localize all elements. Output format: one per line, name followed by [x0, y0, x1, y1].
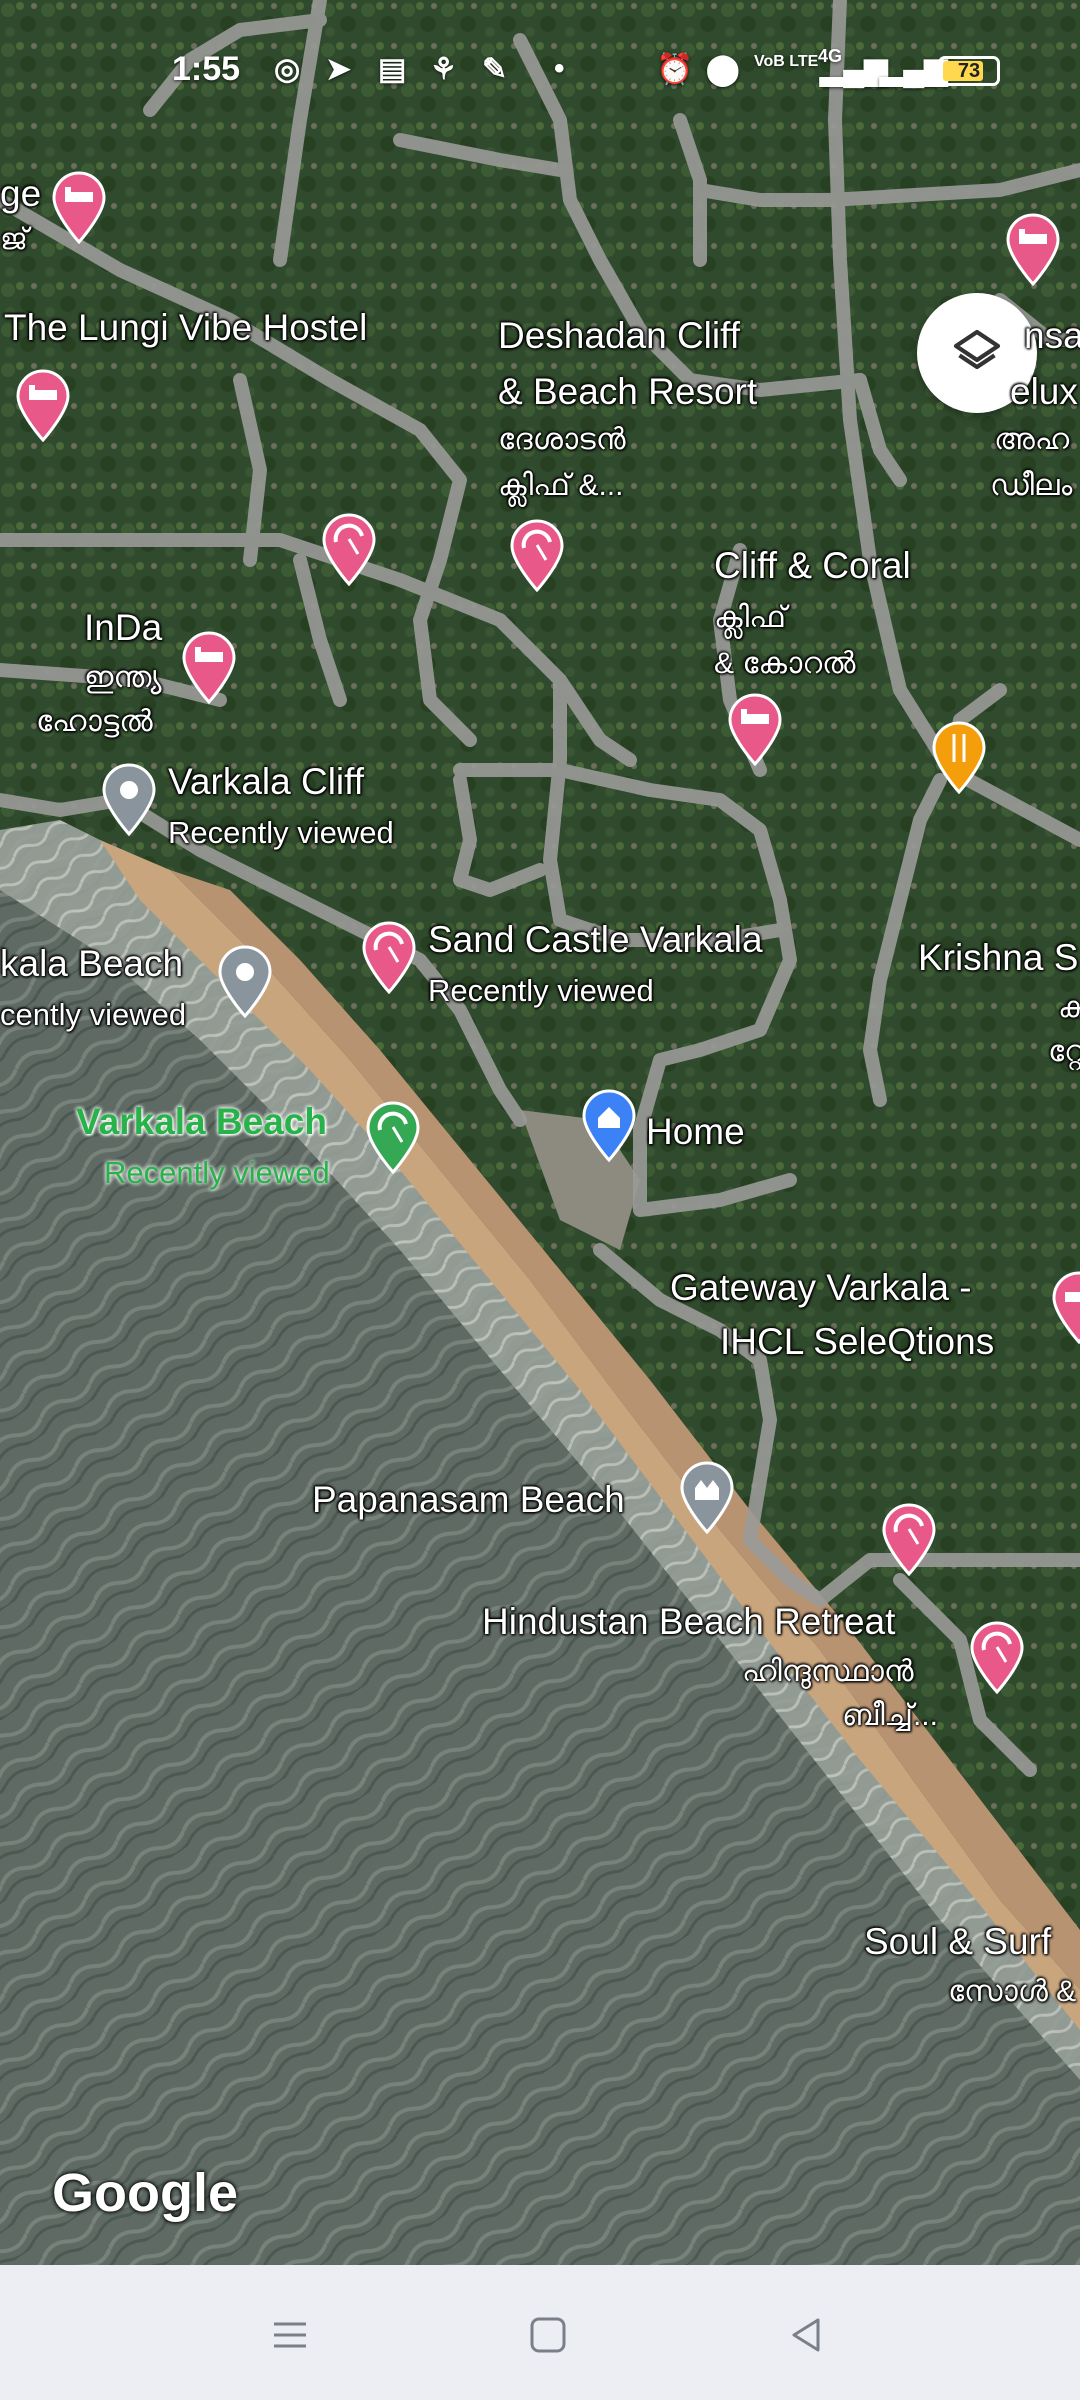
battery-icon: 73	[938, 56, 1000, 86]
varkala-beach-pin-icon[interactable]	[364, 1100, 422, 1175]
beach-resort-pin-icon[interactable]	[508, 518, 566, 593]
recents-button[interactable]	[250, 2295, 330, 2375]
signal-icon: ▂▄▆	[820, 53, 888, 86]
place-label-ml: ജ്	[0, 223, 28, 256]
place-label-soul-surf[interactable]: Soul & Surf	[864, 1920, 1051, 1964]
place-label-soul-surf-ml: സോൾ &	[948, 1975, 1077, 2008]
place-label-cliff-coral-ml: ക്ലിഫ്	[714, 601, 787, 634]
back-button[interactable]	[766, 2295, 846, 2375]
telegram-icon: ➤	[326, 53, 352, 86]
restaurant-pin-icon[interactable]	[930, 720, 988, 795]
beach-resort-pin-icon[interactable]	[968, 1620, 1026, 1695]
place-label-partial-2[interactable]: elux	[1010, 370, 1078, 414]
place-label-deshadan-ml-2: ക്ലിഫ് &...	[498, 469, 624, 502]
beach-resort-pin-icon[interactable]	[320, 512, 378, 587]
location-icon: ⬤	[706, 53, 740, 86]
hotel-pin-icon[interactable]	[1004, 212, 1062, 287]
alarm-icon: ⏰	[656, 53, 694, 86]
place-label-gateway[interactable]: Gateway Varkala -	[670, 1266, 972, 1310]
place-label-krishna-ml-2: റ്റേ	[1048, 1035, 1080, 1068]
hotel-pin-icon[interactable]	[1050, 1270, 1080, 1345]
place-label-home[interactable]: Home	[646, 1110, 745, 1154]
back-icon	[792, 2318, 820, 2352]
place-label-krishna[interactable]: Krishna S	[918, 936, 1078, 980]
place-label-varkala-cliff-sub: Recently viewed	[168, 815, 394, 850]
hotel-pin-icon[interactable]	[14, 368, 72, 443]
place-label-varkala-cliff[interactable]: Varkala Cliff	[168, 760, 364, 804]
home-button[interactable]	[508, 2295, 588, 2375]
varkala-cliff-pin-icon[interactable]	[100, 762, 158, 837]
place-label-gateway-2[interactable]: IHCL SeleQtions	[720, 1320, 994, 1364]
system-nav-bar	[0, 2265, 1080, 2400]
place-label-deshadan-ml: ദേശാടൻ	[498, 423, 626, 456]
place-label-deshadan[interactable]: Deshadan Cliff	[498, 314, 740, 358]
more-notifications-dot-icon: •	[554, 52, 565, 85]
hotel-pin-icon[interactable]	[726, 692, 784, 767]
place-label-kala-beach-sub: cently viewed	[0, 997, 187, 1032]
recents-icon	[274, 2322, 306, 2348]
volte-indicator: VoB LTE	[754, 53, 819, 70]
home-icon	[530, 2317, 566, 2353]
place-label-partial-ml: അഹ	[994, 423, 1070, 456]
app-notification-icon: ⚘	[430, 53, 457, 86]
app-notification-icon-2: ✎	[482, 53, 508, 86]
place-label-sand-castle-sub: Recently viewed	[428, 973, 654, 1008]
place-label-inda[interactable]: InDa	[84, 606, 162, 650]
layers-icon	[953, 329, 1001, 370]
sand-castle-pin-icon[interactable]	[360, 920, 418, 995]
hotel-pin-icon[interactable]	[180, 630, 238, 705]
google-logo: Google	[52, 2163, 238, 2223]
status-bar: 1:55 ◎ ➤ ▤ ⚘ ✎ • ⏰ ⬤ VoB LTE 4G ▂▄▆ ▂▄▆ …	[0, 40, 1080, 100]
place-label-varkala-beach-sub: Recently viewed	[104, 1155, 330, 1190]
whatsapp-icon: ◎	[274, 53, 301, 86]
place-label-deshadan-2[interactable]: & Beach Resort	[498, 370, 757, 414]
news-icon: ▤	[378, 53, 407, 86]
place-label-cliff-coral-ml-2: & കോറൽ	[714, 647, 856, 680]
map-view[interactable]: 1:55 ◎ ➤ ▤ ⚘ ✎ • ⏰ ⬤ VoB LTE 4G ▂▄▆ ▂▄▆ …	[0, 0, 1080, 2265]
place-label-papanasam[interactable]: Papanasam Beach	[312, 1478, 625, 1522]
place-label-cliff-coral[interactable]: Cliff & Coral	[714, 544, 911, 588]
place-label[interactable]: ge	[0, 172, 41, 216]
varkala-beach-viewed-pin-icon[interactable]	[216, 944, 274, 1019]
place-label-hindustan-ml-2: ബീച്ച്...	[842, 1699, 938, 1732]
battery-level: 73	[957, 60, 981, 82]
papanasam-temple-pin-icon[interactable]	[678, 1460, 736, 1535]
status-time: 1:55	[172, 50, 241, 88]
place-label-kala-beach[interactable]: kala Beach	[0, 942, 183, 986]
place-label-varkala-beach[interactable]: Varkala Beach	[76, 1100, 327, 1144]
place-label-partial-ml-2: ഡീലം	[990, 469, 1073, 502]
home-pin-icon[interactable]	[580, 1088, 638, 1163]
place-label-inda-ml: ഇന്ത്യ	[84, 661, 162, 694]
beach-resort-pin-icon[interactable]	[880, 1502, 938, 1577]
place-label-sand-castle[interactable]: Sand Castle Varkala	[428, 918, 763, 962]
place-label-hindustan-ml: ഹിന്ദുസ്ഥാൻ	[742, 1655, 914, 1688]
place-label-partial[interactable]: nsa	[1024, 314, 1080, 358]
place-label-inda-ml-2: ഹോട്ടൽ	[36, 705, 153, 738]
place-label-lungi-vibe[interactable]: The Lungi Vibe Hostel	[4, 306, 367, 350]
place-label-krishna-ml: ക	[1058, 991, 1080, 1024]
hotel-pin-icon[interactable]	[50, 170, 108, 245]
place-label-hindustan[interactable]: Hindustan Beach Retreat	[482, 1600, 895, 1644]
